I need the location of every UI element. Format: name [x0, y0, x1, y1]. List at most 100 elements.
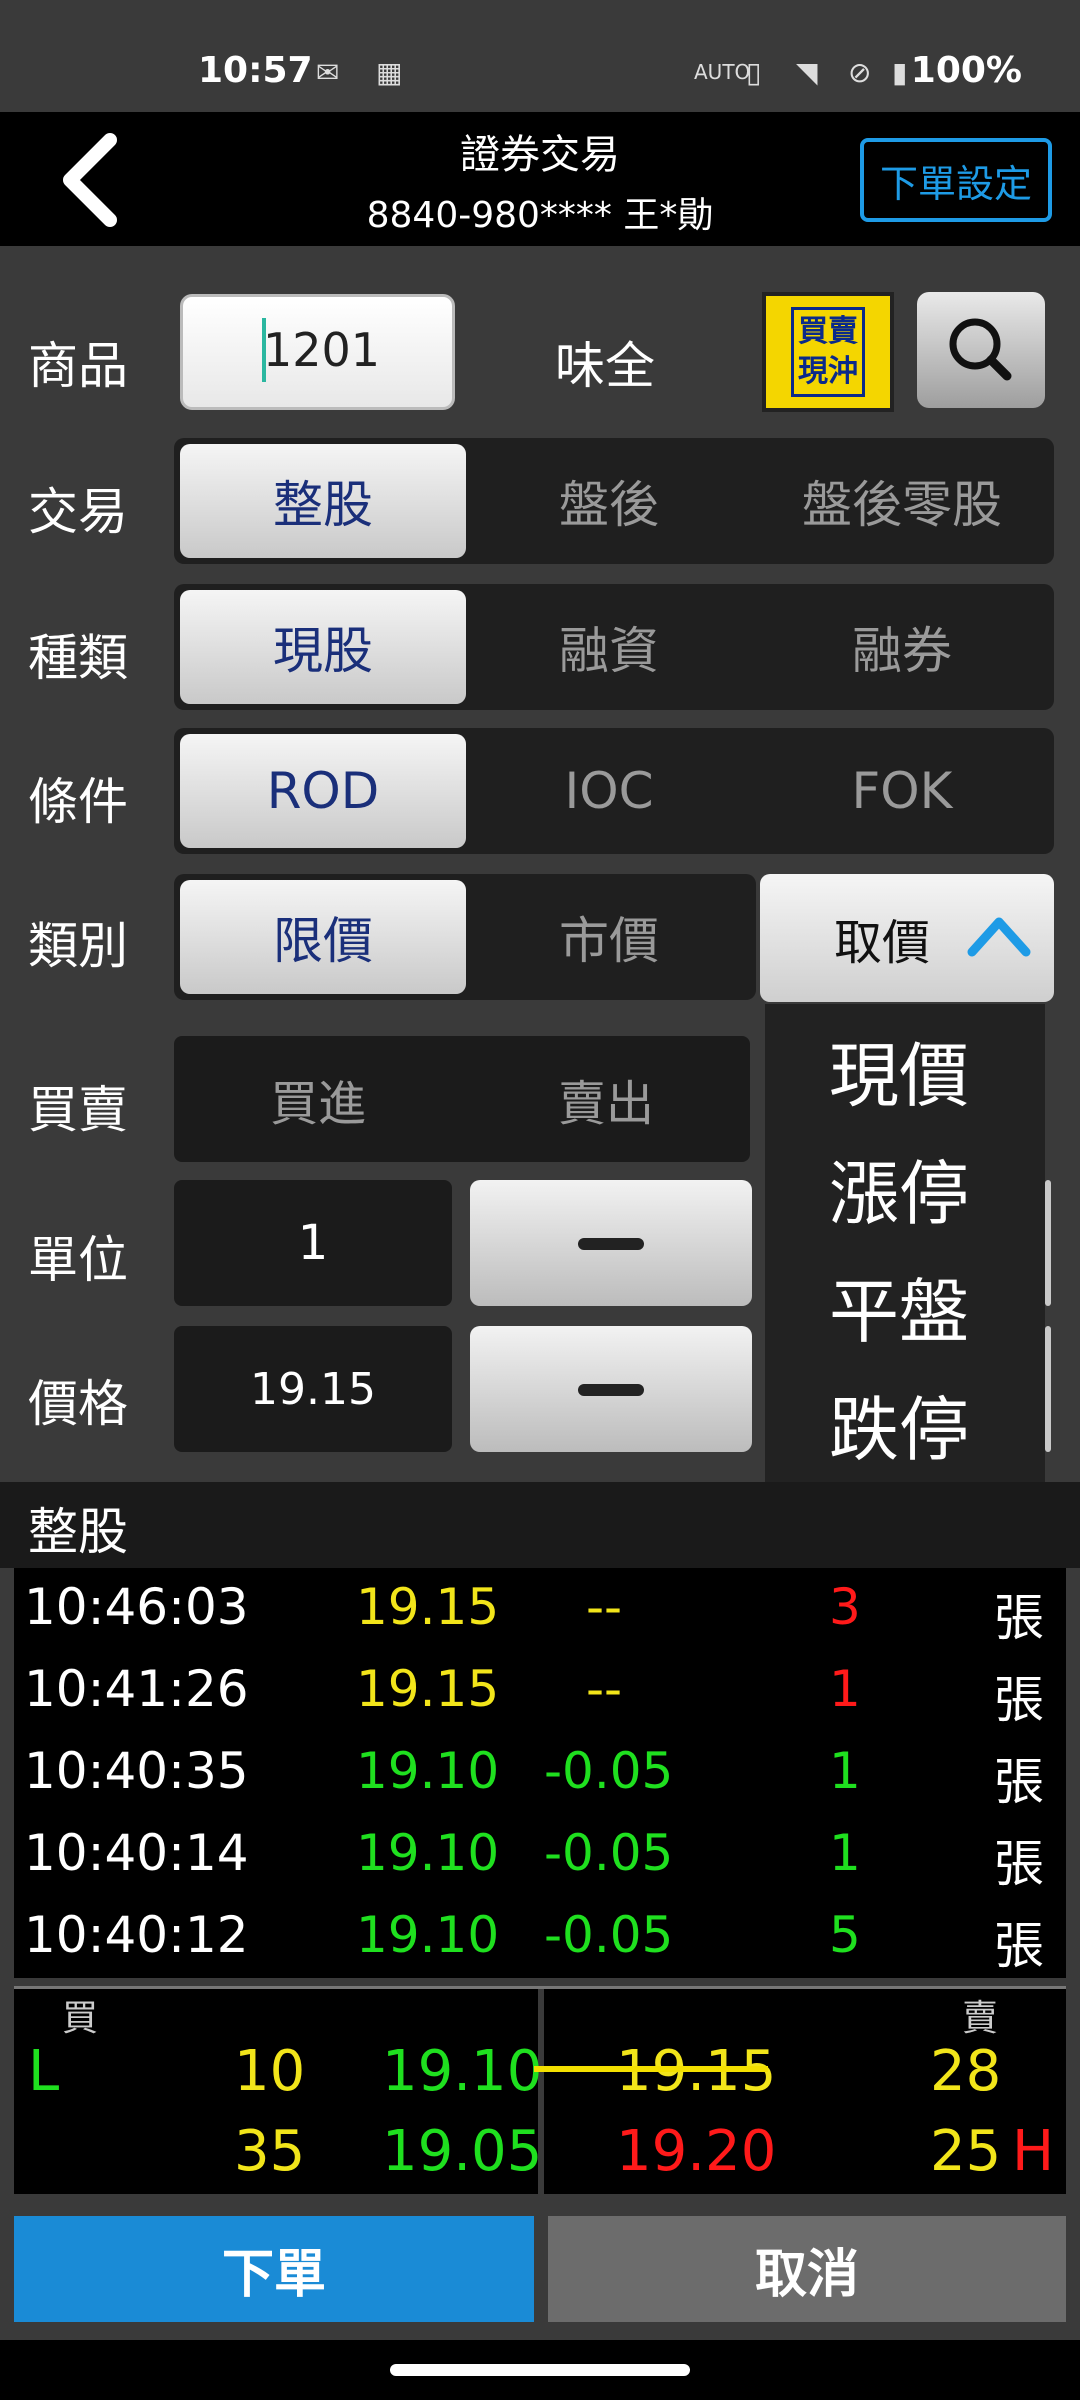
trade-time: 10:40:14: [24, 1824, 249, 1882]
side-selector: 買進 賣出: [174, 1036, 750, 1162]
trade-unit: 張: [994, 1589, 1044, 1647]
auto-hz-icon: AUTO: [694, 60, 751, 84]
condition-label: 條件: [28, 773, 128, 831]
type-label: 類別: [28, 917, 128, 975]
menu-item-flat[interactable]: 平盤: [829, 1256, 969, 1357]
book-high-flag: H: [1012, 2119, 1055, 2184]
bid-qty: 35: [234, 2119, 306, 2184]
no-sim-icon: ⊘: [848, 56, 872, 89]
menu-item-limit-up[interactable]: 漲停: [829, 1138, 969, 1239]
order-book: 買 賣 L 10 19.10 19.15 28 35 19.05 19.20 2…: [14, 1986, 1066, 2197]
unit-increase-button-edge[interactable]: [1045, 1180, 1051, 1306]
bid-qty: 10: [234, 2039, 306, 2104]
trade-time: 10:40:35: [24, 1742, 249, 1800]
trade-unit: 張: [994, 1753, 1044, 1811]
order-setting-button[interactable]: 下單設定: [860, 138, 1052, 222]
trade-qty: 1: [829, 1742, 861, 1800]
trade-change: -0.05: [544, 1742, 674, 1800]
vibrate-icon: ▯: [746, 56, 762, 89]
side-label: 買賣: [28, 1081, 128, 1139]
type-option-limit[interactable]: 限價: [180, 880, 466, 994]
minus-icon: [578, 1238, 644, 1250]
menu-item-limit-down[interactable]: 跌停: [829, 1374, 969, 1475]
kind-option-short[interactable]: 融券: [754, 590, 1050, 704]
ask-price: 19.20: [616, 2119, 777, 2184]
kind-option-margin[interactable]: 融資: [466, 590, 752, 704]
ask-qty: 28: [930, 2039, 1002, 2104]
battery-level: 100%: [910, 50, 1022, 91]
product-label: 商品: [28, 337, 128, 395]
bid-price: 19.10: [382, 2039, 543, 2104]
price-decrease-button[interactable]: [470, 1326, 752, 1452]
side-option-sell[interactable]: 賣出: [462, 1036, 750, 1162]
trade-time: 10:40:12: [24, 1906, 249, 1964]
kind-label: 種類: [28, 629, 128, 687]
menu-item-current-price[interactable]: 現價: [829, 1020, 969, 1121]
navigation-bar: [0, 2340, 1080, 2400]
type-option-market[interactable]: 市價: [466, 880, 752, 994]
wifi-icon: ◥: [796, 56, 818, 89]
trades-list[interactable]: 10:46:03 19.15 -- 3 張 10:41:26 19.15 -- …: [14, 1568, 1066, 1978]
price-input[interactable]: 19.15: [174, 1326, 452, 1452]
search-icon: [949, 318, 1012, 381]
trade-label: 交易: [28, 483, 128, 541]
bid-price: 19.05: [382, 2119, 543, 2184]
price-label: 價格: [28, 1375, 128, 1433]
trade-change: -0.05: [544, 1906, 674, 1964]
condition-selector: ROD IOC FOK: [174, 728, 1054, 854]
kind-option-cash[interactable]: 現股: [180, 590, 466, 704]
trade-option-after-hours-odd[interactable]: 盤後零股: [754, 444, 1050, 558]
trade-qty: 5: [829, 1906, 861, 1964]
trade-option-regular[interactable]: 整股: [180, 444, 466, 558]
price-pick-button[interactable]: 取價: [760, 874, 1054, 1002]
product-code-input[interactable]: 1201: [180, 294, 455, 410]
side-option-buy[interactable]: 買進: [174, 1036, 462, 1162]
day-trade-toggle-button[interactable]: 買賣 現沖: [762, 292, 894, 412]
day-trade-line-2: 現沖: [798, 354, 858, 389]
kind-selector: 現股 融資 融券: [174, 584, 1054, 710]
home-handle[interactable]: [390, 2364, 690, 2376]
trade-row: 10:41:26 19.15 -- 1 張: [14, 1650, 1066, 1732]
current-price-underline: [534, 2066, 768, 2072]
condition-option-ioc[interactable]: IOC: [466, 734, 752, 848]
condition-option-fok[interactable]: FOK: [754, 734, 1050, 848]
text-cursor: [262, 318, 266, 382]
search-button[interactable]: [917, 292, 1045, 408]
trade-option-after-hours[interactable]: 盤後: [466, 444, 752, 558]
unit-input[interactable]: 1: [174, 1180, 452, 1306]
trades-title: 整股: [28, 1503, 128, 1561]
trade-session-selector: 整股 盤後 盤後零股: [174, 438, 1054, 564]
place-order-button[interactable]: 下單: [14, 2216, 534, 2322]
trade-qty: 1: [829, 1660, 861, 1718]
header: 證券交易 8840-980**** 王*勛 下單設定: [0, 112, 1080, 246]
book-row[interactable]: L 10 19.10 19.15 28: [14, 2033, 1066, 2113]
trade-change: --: [586, 1578, 623, 1636]
battery-icon: ▮: [892, 56, 908, 89]
unit-decrease-button[interactable]: [470, 1180, 752, 1306]
product-name: 味全: [555, 337, 655, 395]
condition-option-rod[interactable]: ROD: [180, 734, 466, 848]
trade-price: 19.15: [356, 1578, 500, 1636]
price-pick-menu: 現價 漲停 平盤 跌停: [765, 1004, 1045, 1484]
mail-icon: ✉: [316, 56, 340, 89]
status-bar: 10:57 ✉ ▦ AUTO ▯ ◥ ⊘ ▮ 100%: [0, 0, 1080, 112]
book-buy-label: 買: [62, 1998, 99, 2039]
calendar-icon: ▦: [376, 56, 403, 89]
trade-price: 19.10: [356, 1742, 500, 1800]
minus-icon: [578, 1384, 644, 1396]
trade-price: 19.10: [356, 1906, 500, 1964]
book-low-flag: L: [28, 2039, 60, 2104]
trade-qty: 1: [829, 1824, 861, 1882]
book-row[interactable]: 35 19.05 19.20 25 H: [14, 2113, 1066, 2193]
price-increase-button-edge[interactable]: [1045, 1326, 1051, 1452]
trade-row: 10:40:35 19.10 -0.05 1 張: [14, 1732, 1066, 1814]
unit-label: 單位: [28, 1231, 128, 1289]
day-trade-line-1: 買賣: [798, 314, 858, 349]
trade-row: 10:40:12 19.10 -0.05 5 張: [14, 1896, 1066, 1978]
trade-price: 19.10: [356, 1824, 500, 1882]
trade-unit: 張: [994, 1835, 1044, 1893]
trade-row: 10:46:03 19.15 -- 3 張: [14, 1568, 1066, 1650]
chevron-up-icon: [967, 917, 1031, 957]
cancel-button[interactable]: 取消: [548, 2216, 1066, 2322]
trade-time: 10:41:26: [24, 1660, 249, 1718]
